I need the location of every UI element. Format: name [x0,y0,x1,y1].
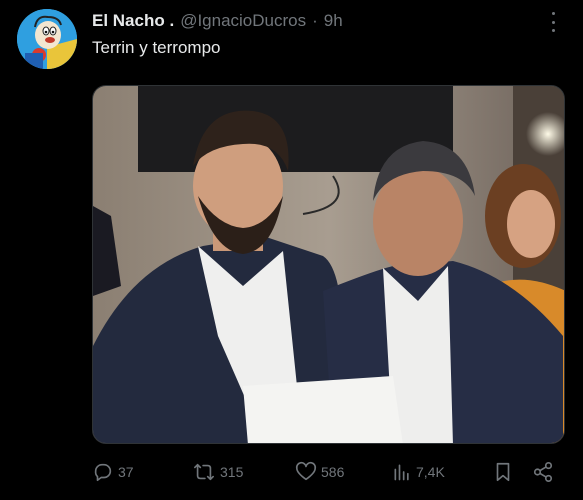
timestamp[interactable]: 9h [324,11,343,31]
reply-button[interactable]: 37 [92,458,134,486]
share-button[interactable] [532,458,554,486]
repost-icon [194,463,214,481]
view-count: 7,4K [416,464,445,480]
bookmark-icon [496,462,510,482]
cartoon-avatar-icon [17,9,77,69]
repost-count: 315 [220,464,244,480]
repost-button[interactable]: 315 [192,458,243,486]
reply-count: 37 [118,464,134,480]
reply-icon [94,463,112,482]
views-button[interactable]: 7,4K [392,458,445,486]
tweet-photo[interactable] [92,85,565,444]
tweet-text: Terrin y terrompo [92,38,221,57]
user-handle[interactable]: @IgnacioDucros [180,11,306,31]
tweet-header: El Nacho . @IgnacioDucros · 9h [92,10,343,32]
more-options-icon[interactable] [546,12,560,32]
like-button[interactable]: 586 [295,458,344,486]
like-icon [295,461,317,481]
like-count: 586 [321,464,345,480]
share-icon [533,462,553,482]
action-bar: 37 315 586 7,4K [92,458,562,486]
photo-image [93,86,564,443]
avatar[interactable] [17,9,77,69]
display-name[interactable]: El Nacho . [92,11,174,31]
bookmark-button[interactable] [492,458,514,486]
views-icon [394,464,409,481]
separator-dot: · [312,11,318,30]
